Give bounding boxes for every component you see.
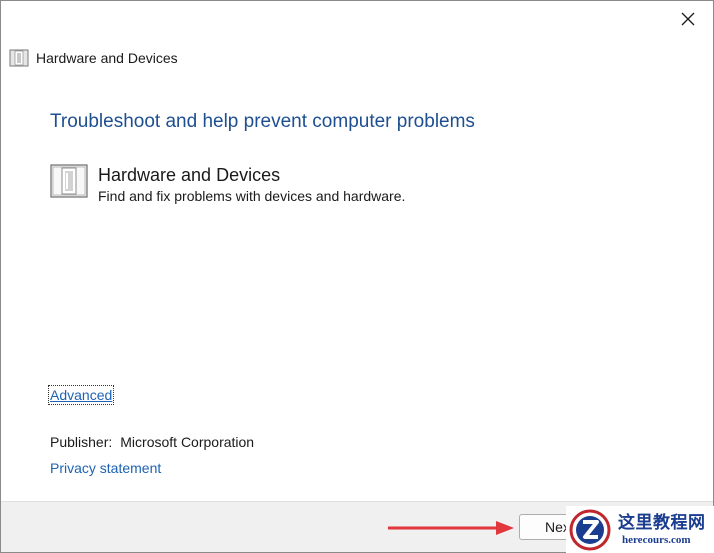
publisher-value: Microsoft Corporation bbox=[120, 434, 255, 450]
advanced-link[interactable]: Advanced bbox=[47, 385, 115, 405]
close-icon bbox=[681, 12, 695, 26]
window-titlebar: Hardware and Devices bbox=[9, 47, 178, 69]
privacy-statement-link[interactable]: Privacy statement bbox=[50, 460, 161, 476]
publisher-info: Publisher: Microsoft Corporation bbox=[50, 434, 254, 450]
red-arrow-annotation bbox=[388, 521, 514, 535]
troubleshooter-window: Hardware and Devices Troubleshoot and he… bbox=[0, 0, 714, 553]
z-logo bbox=[569, 509, 611, 550]
window-title: Hardware and Devices bbox=[36, 50, 178, 66]
troubleshooter-item: Hardware and Devices Find and fix proble… bbox=[50, 164, 405, 204]
watermark-url: herecours.com bbox=[622, 533, 691, 546]
close-button[interactable] bbox=[671, 5, 705, 33]
watermark-title: 这里教程网 bbox=[618, 512, 706, 533]
publisher-label: Publisher: bbox=[50, 434, 113, 450]
troubleshooter-name: Hardware and Devices bbox=[98, 165, 281, 185]
hardware-device-icon bbox=[50, 164, 88, 198]
troubleshooter-description: Find and fix problems with devices and h… bbox=[98, 188, 406, 204]
watermark: 这里教程网 herecours.com bbox=[566, 506, 714, 553]
hardware-device-icon bbox=[9, 49, 29, 67]
page-title: Troubleshoot and help prevent computer p… bbox=[50, 111, 475, 132]
